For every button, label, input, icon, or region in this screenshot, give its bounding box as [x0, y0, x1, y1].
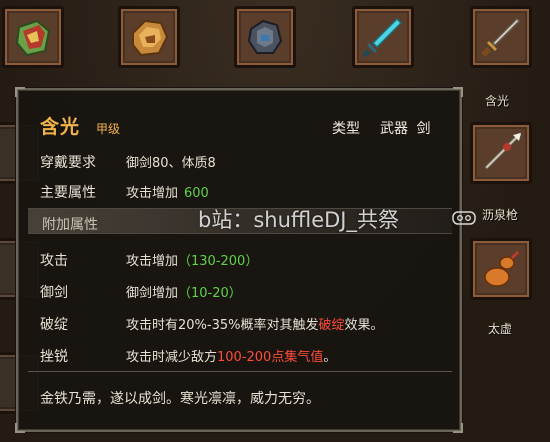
gold-gauntlet-icon [132, 19, 169, 57]
special-label: 挫锐 [40, 349, 68, 365]
special-row-flaw: 破绽 攻击时有20%-35%概率对其触发 破绽 效果。 [40, 314, 384, 334]
gourd-icon [484, 251, 519, 287]
item-slot-spear[interactable] [470, 122, 532, 184]
item-slot-gourd[interactable] [470, 238, 532, 300]
special-text: 攻击时减少敌方 [126, 350, 218, 365]
item-slot-sword[interactable] [470, 6, 532, 68]
slot-label-spear: 沥泉枪 [482, 208, 519, 222]
cyan-sword-icon [363, 17, 403, 57]
tooltip-divider [28, 371, 452, 372]
slot-label-gourd: 太虚 [488, 322, 513, 336]
attr-text: 御剑增加 [126, 286, 179, 301]
special-row-blunt: 挫锐 攻击时减少敌方 100-200点集气值 。 [40, 346, 336, 366]
spear-icon [484, 132, 522, 170]
item-slot-gold-gauntlet[interactable] [118, 6, 180, 68]
item-type-value: 武器 剑 [380, 121, 431, 137]
special-highlight: 100-200点集气值 [217, 350, 324, 365]
item-slot-cyan-sword[interactable] [352, 6, 414, 68]
requirement-value: 御剑80、体质8 [126, 156, 216, 171]
requirement-row: 穿戴要求 御剑80、体质8 [40, 152, 216, 172]
item-flavor-text: 金铁乃需，遂以成剑。寒光凛凛，威力无穷。 [40, 391, 320, 407]
item-name: 含光 [40, 116, 81, 138]
sword-icon [481, 17, 521, 57]
special-text: 攻击时有20%-35%概率对其触发 [126, 318, 319, 333]
watermark-text: b站：shuffleDJ_共祭 [198, 208, 399, 232]
special-highlight: 破绽 [318, 318, 345, 333]
tooltip-corner [453, 423, 463, 433]
tooltip-corner [15, 87, 25, 97]
special-label: 破绽 [40, 317, 68, 333]
main-attr-label: 主要属性 [40, 185, 96, 201]
main-attr-text: 攻击增加 [126, 186, 179, 201]
attr-label: 攻击 [40, 253, 68, 269]
item-slot-iron-gauntlet[interactable] [234, 6, 296, 68]
item-slot-green-gauntlet[interactable] [2, 6, 64, 68]
green-gauntlet-icon [15, 19, 51, 57]
attr-text: 攻击增加 [126, 254, 179, 269]
attr-value: （10-20） [178, 286, 242, 301]
requirement-label: 穿戴要求 [40, 155, 96, 171]
attr-label: 御剑 [40, 285, 68, 301]
item-tooltip: 含光 甲级 类型 武器 剑 穿戴要求 御剑80、体质8 主要属性 攻击增加 60… [15, 87, 463, 433]
attr-row-attack: 攻击 攻击增加 （130-200） [40, 250, 258, 270]
tooltip-corner [453, 87, 463, 97]
extra-attr-header-label: 附加属性 [42, 217, 98, 233]
tooltip-corner [15, 423, 25, 433]
main-attr-value: 600 [184, 186, 209, 201]
iron-gauntlet-icon [247, 19, 283, 54]
bilibili-logo-icon [452, 211, 476, 225]
main-attr-row: 主要属性 攻击增加 600 [40, 182, 209, 202]
attr-value: （130-200） [178, 254, 259, 269]
special-text-end: 。 [323, 350, 337, 365]
item-grade: 甲级 [96, 122, 121, 136]
attr-row-sword-control: 御剑 御剑增加 （10-20） [40, 282, 242, 302]
special-text-end: 效果。 [344, 318, 384, 333]
item-type-label: 类型 [332, 121, 360, 137]
slot-label-sword: 含光 [485, 94, 510, 108]
